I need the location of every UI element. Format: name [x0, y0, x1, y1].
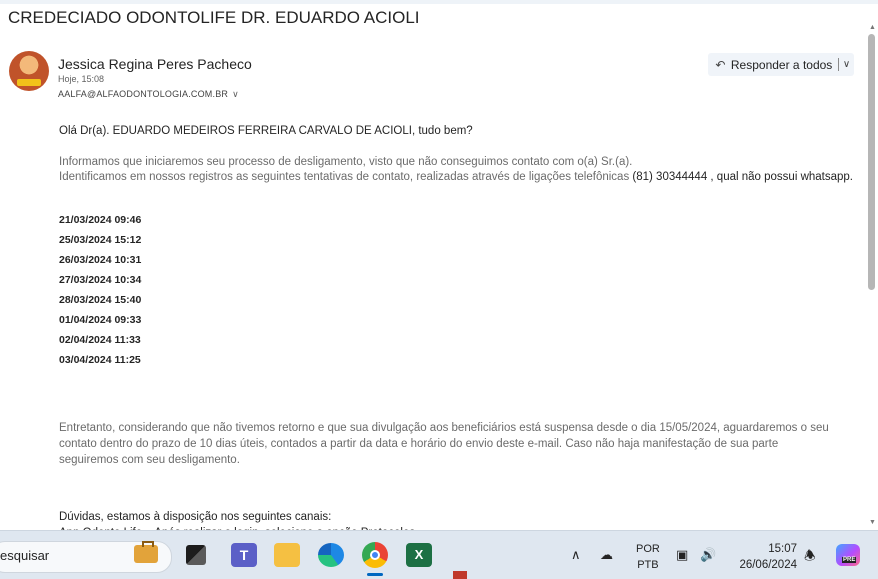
paragraph-2-prefix: Identificamos em nossos registros as seg… — [59, 171, 630, 183]
copilot-badge: PRE — [842, 557, 857, 563]
contact-date: 25/03/2024 15:12 — [59, 234, 142, 246]
phone-number: (81) 30344444 — [632, 171, 708, 183]
clock-time: 15:07 — [768, 543, 797, 555]
keyboard-layout: PTB — [637, 559, 659, 571]
taskbar: esquisar T X ∧ ☁ POR PTB ▣ 🔊 15:07 26/06… — [0, 530, 878, 579]
contact-date: 01/04/2024 09:33 — [59, 314, 142, 326]
file-explorer-icon[interactable] — [274, 543, 300, 567]
reply-all-icon[interactable]: ↶ — [713, 58, 728, 72]
language-code: POR — [636, 543, 660, 555]
excel-icon[interactable]: X — [406, 543, 432, 567]
paragraph-2: Identificamos em nossos registros as seg… — [59, 171, 853, 183]
paragraph-3: Entretanto, considerando que não tivemos… — [59, 422, 829, 466]
clock-date: 26/06/2024 — [739, 559, 797, 571]
copilot-icon[interactable]: PRE — [836, 544, 860, 566]
reply-all-button[interactable]: Responder a todos — [731, 58, 832, 72]
greeting: Olá Dr(a). EDUARDO MEDEIROS FERREIRA CAR… — [59, 125, 473, 137]
onedrive-offline-icon[interactable]: ☁ — [600, 547, 613, 563]
contact-date: 21/03/2024 09:46 — [59, 214, 142, 226]
contact-date: 02/04/2024 11:33 — [59, 334, 141, 346]
contact-date: 03/04/2024 11:25 — [59, 354, 141, 366]
top-strip — [0, 0, 878, 4]
scrollbar-thumb[interactable] — [868, 34, 875, 290]
active-app-indicator — [367, 573, 383, 576]
briefcase-icon[interactable] — [134, 541, 158, 563]
sender-avatar[interactable] — [9, 51, 49, 91]
chevron-down-icon[interactable]: ∨ — [839, 59, 854, 70]
paragraph-2-suffix: , qual não possui whatsapp. — [710, 171, 853, 183]
expand-recipients-icon[interactable]: ∨ — [232, 89, 239, 99]
paragraph-1: Informamos que iniciaremos seu processo … — [59, 156, 633, 168]
contact-date: 26/03/2024 10:31 — [59, 254, 142, 266]
taskbar-search-label[interactable]: esquisar — [0, 548, 49, 563]
network-icon[interactable]: ▣ — [676, 547, 688, 563]
volume-icon[interactable]: 🔊 — [700, 547, 716, 563]
scroll-up-icon[interactable]: ▲ — [869, 24, 876, 31]
doubts-line: Dúvidas, estamos à disposição nos seguin… — [59, 511, 332, 523]
sender-name[interactable]: Jessica Regina Peres Pacheco — [58, 56, 252, 72]
notification-bell-icon[interactable]: 🕭 — [804, 547, 816, 569]
email-subject: CREDECIADO ODONTOLIFE DR. EDUARDO ACIOLI — [8, 8, 420, 27]
edge-icon[interactable] — [318, 543, 344, 567]
contact-dates-list: 21/03/2024 09:46 25/03/2024 15:12 26/03/… — [59, 214, 141, 374]
system-clock[interactable]: 15:07 26/06/2024 — [733, 541, 797, 573]
reply-all-group: ↶ Responder a todos ∨ — [708, 53, 854, 76]
sender-email-row[interactable]: AALFA@ALFAODONTOLOGIA.COM.BR ∨ — [58, 89, 239, 100]
scroll-down-icon[interactable]: ▼ — [869, 519, 876, 526]
teams-icon[interactable]: T — [231, 543, 257, 567]
avatar-badge — [17, 79, 41, 86]
tray-chevron-up-icon[interactable]: ∧ — [571, 547, 581, 563]
language-indicator[interactable]: POR PTB — [636, 541, 660, 573]
contact-date: 28/03/2024 15:40 — [59, 294, 142, 306]
task-view-icon[interactable] — [186, 545, 206, 565]
chrome-icon[interactable] — [362, 542, 388, 568]
sender-email: AALFA@ALFAODONTOLOGIA.COM.BR — [58, 89, 229, 99]
contact-date: 27/03/2024 10:34 — [59, 274, 142, 286]
email-time: Hoje, 15:08 — [58, 74, 105, 84]
